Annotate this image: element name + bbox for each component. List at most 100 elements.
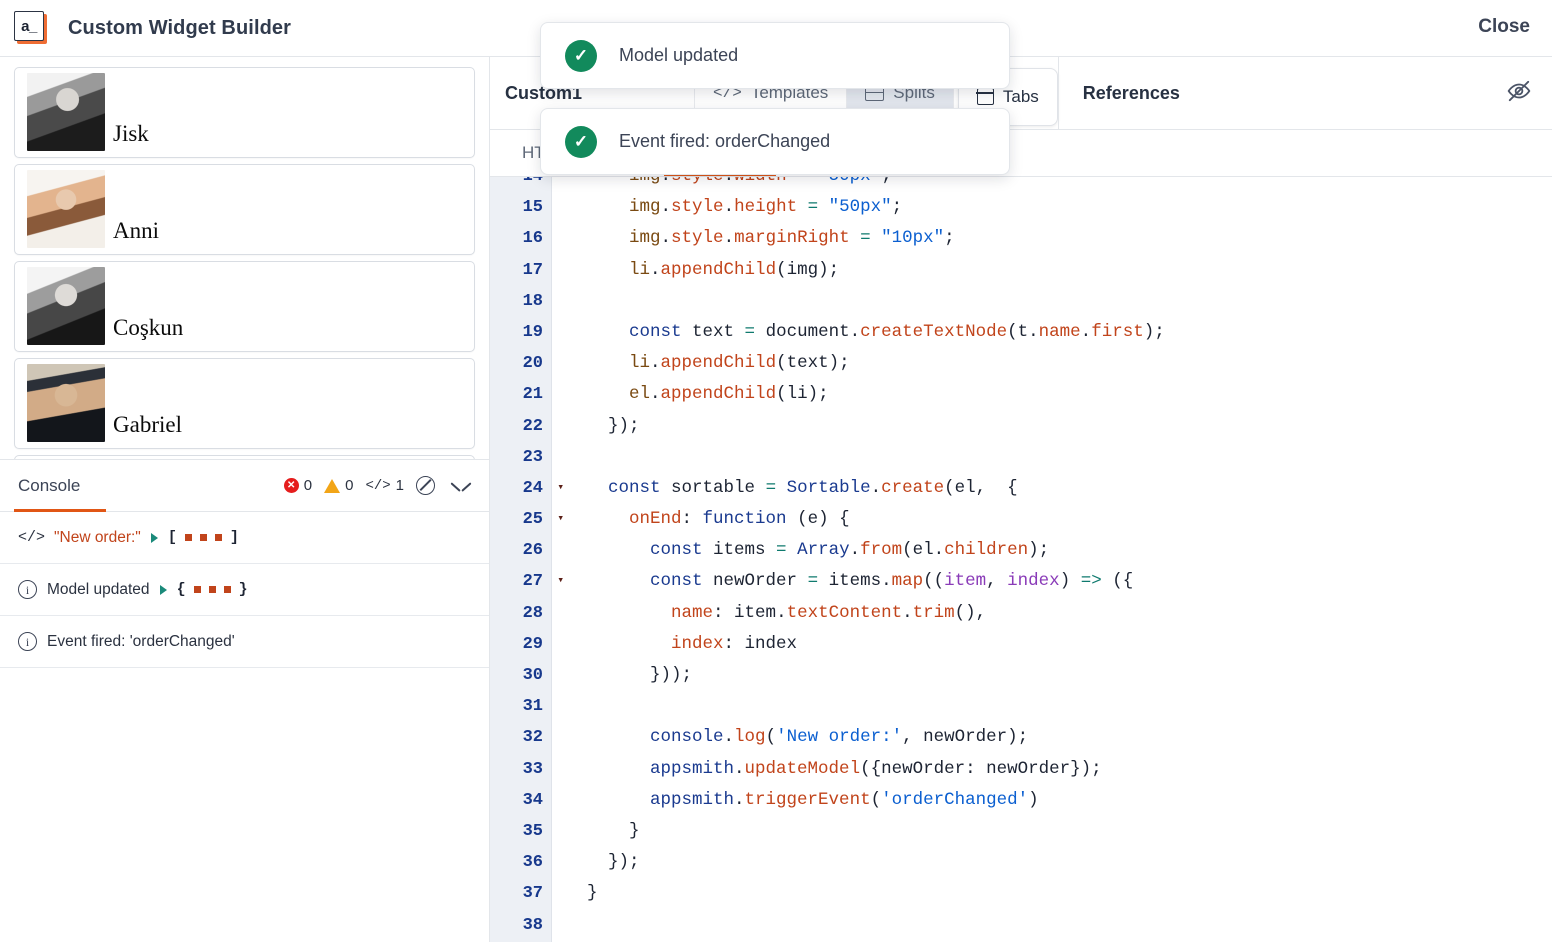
line-number: 36 [522, 853, 543, 873]
page-title: Custom Widget Builder [68, 16, 292, 39]
info-icon: i [18, 632, 37, 651]
clear-console-icon[interactable] [416, 476, 435, 495]
code-line[interactable]: } [566, 816, 1552, 847]
warning-icon [324, 478, 341, 493]
line-number: 28 [522, 603, 543, 623]
console-log-value[interactable]: [ ] [168, 529, 239, 546]
code-line[interactable]: })); [566, 660, 1552, 691]
line-number: 26 [522, 541, 543, 561]
code-token: ) [1028, 789, 1039, 810]
code-token: img [629, 177, 661, 186]
console-log-row[interactable]: i Model updated { } [0, 564, 489, 616]
console-toolbar: ✕ 0 0 </> 1 [283, 476, 471, 495]
line-number: 33 [522, 759, 543, 779]
code-line[interactable]: li.appendChild(text); [566, 348, 1552, 379]
code-line[interactable]: index: index [566, 629, 1552, 660]
code-token: updateModel [744, 758, 861, 779]
disclosure-triangle-icon[interactable] [159, 584, 167, 595]
code-token: ) [1059, 571, 1081, 592]
log-count[interactable]: </> 1 [365, 477, 404, 494]
code-line[interactable]: }); [566, 411, 1552, 442]
code-token: index [1007, 571, 1060, 592]
code-line[interactable]: appsmith.triggerEvent('orderChanged') [566, 785, 1552, 816]
code-line[interactable]: onEnd: function (e) { [566, 504, 1552, 535]
code-line[interactable]: }); [566, 847, 1552, 878]
code-line[interactable] [566, 442, 1552, 473]
code-token: . [849, 540, 861, 561]
window-tabs-icon [976, 88, 994, 105]
warning-count[interactable]: 0 [324, 477, 353, 494]
code-line[interactable]: img.style.marginRight = "10px"; [566, 223, 1552, 254]
warning-count-value: 0 [345, 477, 354, 494]
console-tab-label[interactable]: Console [18, 476, 80, 496]
code-content[interactable]: img.style.width = "50px"; img.style.heig… [552, 177, 1552, 942]
code-token: . [723, 228, 735, 249]
line-number-gutter: 14 15 16 17 18 19 20 21 22 23 24▾25▾ 26 27▾ 28 29 30 31 3… [490, 177, 564, 942]
code-token: ; [891, 197, 903, 218]
fold-arrow-icon[interactable]: ▾ [557, 504, 564, 535]
editor-panel: Custom1 </> Templates Splits Tabs Refere… [490, 57, 1552, 942]
code-token: (), [954, 602, 987, 623]
code-line[interactable]: appsmith.updateModel({newOrder: newOrder… [566, 754, 1552, 785]
code-token: onEnd [629, 509, 682, 530]
code-line[interactable]: li.appendChild(img); [566, 255, 1552, 286]
code-token: . [723, 727, 735, 748]
console-log-label: "New order:" [54, 528, 141, 546]
code-line[interactable]: console.log('New order:', newOrder); [566, 722, 1552, 753]
code-token: console [650, 727, 724, 748]
code-token: = [744, 321, 756, 342]
code-line[interactable]: const text = document.createTextNode(t.n… [566, 317, 1552, 348]
code-editor[interactable]: 14 15 16 17 18 19 20 21 22 23 24▾25▾ 26 27▾ 28 29 30 31 3… [490, 177, 1552, 942]
close-button[interactable]: Close [1478, 16, 1530, 38]
toast-notification[interactable]: ✓ Model updated [540, 22, 1010, 89]
code-line[interactable] [566, 286, 1552, 317]
fold-arrow-icon[interactable]: ▾ [557, 566, 564, 597]
code-token: sortable [660, 477, 766, 498]
code-line[interactable]: el.appendChild(li); [566, 379, 1552, 410]
line-number: 17 [522, 260, 543, 280]
line-number: 27 ▾ [490, 566, 564, 597]
code-token: "50px" [828, 197, 892, 218]
logo-text: a_ [14, 11, 44, 41]
code-line[interactable]: img.style.height = "50px"; [566, 192, 1552, 223]
code-line[interactable]: const items = Array.from(el.children); [566, 535, 1552, 566]
references-section: References [1057, 57, 1552, 129]
code-line[interactable]: const newOrder = items.map((item, index)… [566, 566, 1552, 597]
list-item[interactable]: Gabriel [14, 358, 475, 449]
line-number: 32 [522, 728, 543, 748]
error-count[interactable]: ✕ 0 [283, 477, 312, 494]
code-line[interactable] [566, 691, 1552, 722]
line-number: 29 [522, 634, 543, 654]
code-line[interactable]: img.style.width = "50px"; [566, 177, 1552, 192]
code-token: const [650, 571, 703, 592]
code-token: . [1028, 321, 1039, 342]
widget-preview-list[interactable]: Jisk Anni Coşkun Gabriel [0, 57, 489, 459]
console-log-row[interactable]: i Event fired: 'orderChanged' [0, 616, 489, 668]
code-token: ; [881, 177, 892, 186]
code-line[interactable]: name: item.textContent.trim(), [566, 598, 1552, 629]
list-item[interactable]: Anni [14, 164, 475, 255]
chevron-down-icon[interactable] [451, 480, 471, 492]
list-item[interactable]: Jisk [14, 67, 475, 158]
eye-off-icon[interactable] [1506, 78, 1532, 109]
console-log-value[interactable]: { } [177, 581, 248, 598]
code-line[interactable] [566, 910, 1552, 941]
code-line[interactable]: } [566, 878, 1552, 909]
line-number: 25 ▾ [490, 504, 564, 535]
code-token: log [734, 727, 766, 748]
fold-arrow-icon[interactable]: ▾ [557, 473, 564, 504]
code-token: . [776, 602, 787, 623]
list-item[interactable]: Coşkun [14, 261, 475, 352]
code-line[interactable]: const sortable = Sortable.create(el, { [566, 473, 1552, 504]
code-token: . [650, 353, 661, 374]
code-token: }); [608, 852, 640, 873]
left-panel: Jisk Anni Coşkun Gabriel Console ✕ 0 0 <… [0, 57, 490, 942]
line-number: 38 [522, 915, 543, 935]
toast-notification[interactable]: ✓ Event fired: orderChanged [540, 108, 1010, 175]
line-number: 19 [522, 322, 543, 342]
disclosure-triangle-icon[interactable] [150, 532, 158, 543]
line-number: 31 [522, 697, 543, 717]
toast-message: Event fired: orderChanged [619, 131, 831, 151]
console-log-row[interactable]: </> "New order:" [ ] [0, 512, 489, 564]
